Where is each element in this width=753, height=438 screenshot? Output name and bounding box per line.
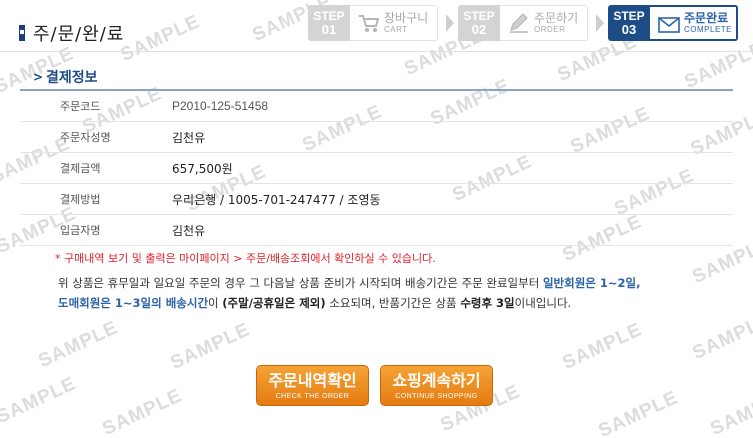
step-sublabel: COMPLETE <box>684 25 733 34</box>
caret-right-icon: > <box>33 70 44 84</box>
highlight-text: 도매회원은 1~3일의 배송시간 <box>58 296 209 310</box>
watermark: SAMPLE <box>0 373 80 429</box>
table-row: 주문자성명 김천유 <box>20 122 733 153</box>
step-number: STEP 02 <box>458 5 500 41</box>
bold-text: (주말/공휴일은 제외) <box>222 296 326 310</box>
check-order-button[interactable]: 주문내역확인 CHECK THE ORDER <box>256 365 369 406</box>
watermark: SAMPLE <box>559 319 646 375</box>
row-label: 결제금액 <box>60 162 101 175</box>
step-sublabel: CART <box>384 25 408 34</box>
title-marker-icon <box>19 25 25 41</box>
table-row: 결제방법 우리은행 / 1005-701-247477 / 조영동 <box>20 184 733 215</box>
step-complete: STEP 03 주문완료 COMPLETE <box>608 5 738 41</box>
section-title: 결제정보 <box>46 70 98 86</box>
row-label: 입금자명 <box>60 224 101 237</box>
divider <box>0 51 753 52</box>
table-row: 입금자명 김천유 <box>20 215 733 246</box>
step-number: STEP 03 <box>608 5 650 41</box>
table-row: 주문코드 P2010-125-51458 <box>20 91 733 122</box>
payment-info-table: 주문코드 P2010-125-51458 주문자성명 김천유 결제금액 657,… <box>20 89 733 246</box>
step-cart: STEP 01 장바구니 CART <box>308 5 438 41</box>
step-label: 주문완료 <box>684 11 729 25</box>
watermark: SAMPLE <box>167 319 254 375</box>
row-value: P2010-125-51458 <box>172 99 269 113</box>
row-value: 김천유 <box>172 130 206 145</box>
step-order: STEP 02 주문하기 ORDER <box>458 5 588 41</box>
watermark: SAMPLE <box>595 387 682 438</box>
row-value: 김천유 <box>172 223 206 238</box>
row-value: 657,500원 <box>172 161 233 176</box>
step-number: STEP 01 <box>308 5 350 41</box>
row-label: 주문코드 <box>60 100 101 113</box>
page-header: 주/문/완/료 STEP 01 장바구니 CART STEP 02 주문하기 O… <box>0 0 753 62</box>
step-sublabel: ORDER <box>534 25 566 34</box>
step-label: 주문하기 <box>534 11 579 25</box>
step-arrow-icon <box>596 14 604 32</box>
step-arrow-icon <box>446 14 454 32</box>
shipping-description: 위 상품은 휴무일과 일요일 주문의 경우 그 다음날 상품 준비가 시작되며 … <box>58 276 641 310</box>
watermark: SAMPLE <box>707 385 753 438</box>
table-row: 결제금액 657,500원 <box>20 153 733 184</box>
pencil-icon <box>510 13 528 33</box>
highlight-text: 일반회원은 1~2일, <box>542 276 641 290</box>
row-value: 우리은행 / 1005-701-247477 / 조영동 <box>172 192 381 207</box>
watermark: SAMPLE <box>35 317 122 373</box>
row-label: 결제방법 <box>60 193 101 206</box>
row-label: 주문자성명 <box>60 131 111 144</box>
cart-icon <box>359 15 380 32</box>
envelope-icon <box>658 17 680 33</box>
watermark: SAMPLE <box>99 385 186 438</box>
continue-shopping-button[interactable]: 쇼핑계속하기 CONTINUE SHOPPING <box>380 365 493 406</box>
notice-text: * 구매내역 보기 및 출력은 마이페이지 > 주문/배송조회에서 확인하실 수… <box>55 252 436 265</box>
bold-text: 수령후 3일 <box>460 296 515 310</box>
page-title: 주/문/완/료 <box>33 24 125 45</box>
step-label: 장바구니 <box>384 11 429 25</box>
watermark: SAMPLE <box>689 309 753 365</box>
